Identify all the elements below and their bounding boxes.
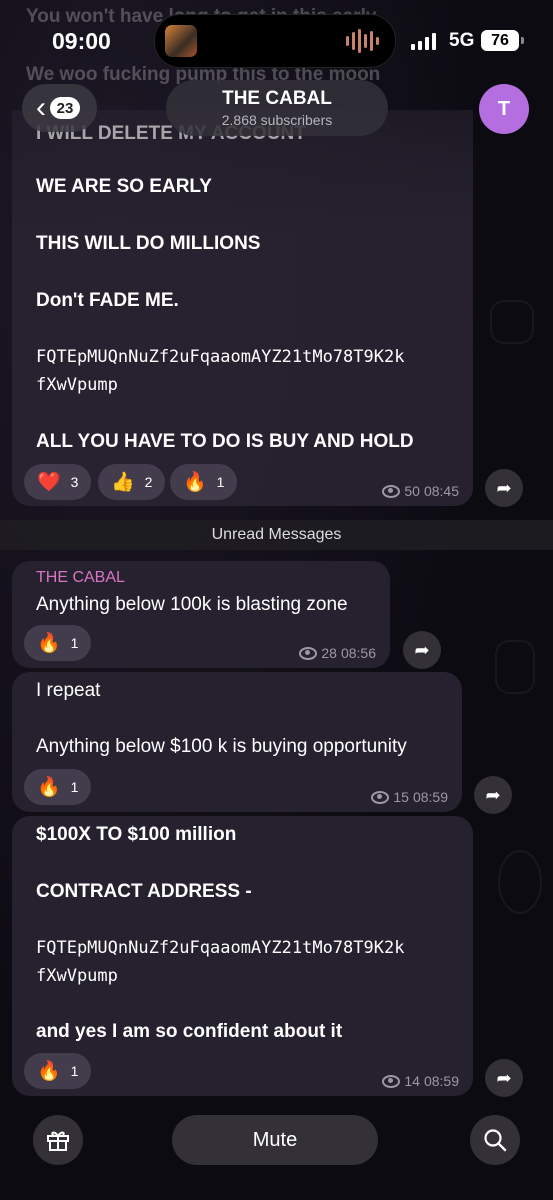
contract-address[interactable]: FQTEpMUQnNuZf2uFqaaomAYZ21tMo78T9K2k fXw… <box>36 934 461 990</box>
unread-count-badge: 23 <box>50 97 80 119</box>
message-text: Don't FADE ME. <box>36 290 179 311</box>
reaction-fire[interactable]: 🔥 1 <box>170 464 238 500</box>
message-time: 08:56 <box>340 645 376 661</box>
sender-name[interactable]: THE CABAL <box>36 569 125 587</box>
channel-avatar[interactable]: T <box>479 84 529 134</box>
share-button[interactable]: ➦ <box>474 776 512 814</box>
view-count: 28 <box>321 645 337 661</box>
view-count: 50 <box>404 483 420 499</box>
reaction-count: 1 <box>216 474 225 490</box>
mute-button[interactable]: Mute <box>172 1115 378 1165</box>
now-playing-artwork <box>165 25 197 57</box>
unread-divider: Unread Messages <box>0 520 553 550</box>
message-time: 08:59 <box>412 789 448 805</box>
reaction-fire[interactable]: 🔥 1 <box>24 625 92 661</box>
reaction-fire[interactable]: 🔥 1 <box>24 1053 92 1089</box>
background-doodle <box>495 640 535 694</box>
message-bubble: $100X TO $100 million CONTRACT ADDRESS -… <box>12 816 473 1096</box>
reaction-heart[interactable]: ❤️ 3 <box>24 464 92 500</box>
fire-icon: 🔥 <box>37 633 61 654</box>
reaction-fire[interactable]: 🔥 1 <box>24 769 92 805</box>
network-type: 5G <box>449 30 475 51</box>
share-button[interactable]: ➦ <box>485 1059 523 1097</box>
chevron-left-icon: ‹ <box>36 91 46 124</box>
channel-title: THE CABAL <box>222 88 332 109</box>
search-button[interactable] <box>470 1115 520 1165</box>
back-button[interactable]: ‹ 23 <box>22 84 97 132</box>
fire-icon: 🔥 <box>37 777 61 798</box>
views-icon <box>371 790 390 804</box>
message-text: and yes I am so confident about it <box>36 1021 343 1042</box>
reaction-count: 3 <box>70 474 79 490</box>
message-text: CONTRACT ADDRESS - <box>36 881 252 902</box>
share-icon: ➦ <box>496 477 512 498</box>
share-button[interactable]: ➦ <box>485 469 523 507</box>
message-meta: 50 08:45 <box>382 483 459 499</box>
battery-icon: 76 <box>481 30 524 51</box>
dynamic-island[interactable] <box>154 14 396 68</box>
fire-icon: 🔥 <box>183 472 207 493</box>
audio-wave-icon <box>346 29 379 53</box>
share-icon: ➦ <box>414 639 430 660</box>
background-doodle <box>498 850 542 914</box>
message-bubble: I WILL DELETE MY ACCOUNT WE ARE SO EARLY… <box>12 110 473 506</box>
views-icon <box>382 484 401 498</box>
signal-icon <box>411 33 436 50</box>
share-icon: ➦ <box>496 1067 512 1088</box>
message-meta: 15 08:59 <box>371 789 448 805</box>
thumbs-up-icon: 👍 <box>111 472 135 493</box>
message-text: I repeat Anything below $100 k is buying… <box>36 680 407 757</box>
battery-level: 76 <box>491 31 509 49</box>
background-doodle <box>490 300 534 344</box>
search-icon <box>484 1129 507 1152</box>
share-icon: ➦ <box>485 784 501 805</box>
gift-icon <box>47 1131 69 1151</box>
message-bubble: THE CABAL Anything below 100k is blastin… <box>12 561 390 668</box>
fire-icon: 🔥 <box>37 1061 61 1082</box>
reaction-thumbs-up[interactable]: 👍 2 <box>98 464 166 500</box>
message-text: Anything below 100k is blasting zone <box>36 594 348 615</box>
contract-address[interactable]: FQTEpMUQnNuZf2uFqaaomAYZ21tMo78T9K2k fXw… <box>36 343 461 399</box>
message-time: 08:59 <box>423 1073 459 1089</box>
message-text: $100X TO $100 million <box>36 824 237 845</box>
message-bubble: I repeat Anything below $100 k is buying… <box>12 672 462 812</box>
gift-button[interactable] <box>33 1115 83 1165</box>
message-meta: 28 08:56 <box>299 645 376 661</box>
channel-header[interactable]: THE CABAL 2.868 subscribers <box>166 80 388 136</box>
reaction-count: 1 <box>70 635 79 651</box>
heart-icon: ❤️ <box>37 472 61 493</box>
status-time: 09:00 <box>52 28 111 54</box>
subscriber-count: 2.868 subscribers <box>221 112 333 128</box>
status-bar: 09:00 5G 76 <box>0 0 553 82</box>
views-icon <box>382 1074 401 1088</box>
message-text: WE ARE SO EARLY <box>36 176 212 197</box>
message-text: THIS WILL DO MILLIONS <box>36 233 261 254</box>
message-meta: 14 08:59 <box>382 1073 459 1089</box>
reaction-count: 1 <box>70 1063 79 1079</box>
message-time: 08:45 <box>423 483 459 499</box>
message-text: ALL YOU HAVE TO DO IS BUY AND HOLD <box>36 431 414 452</box>
view-count: 14 <box>404 1073 420 1089</box>
share-button[interactable]: ➦ <box>403 631 441 669</box>
reaction-count: 2 <box>144 474 153 490</box>
view-count: 15 <box>393 789 409 805</box>
reaction-count: 1 <box>70 779 79 795</box>
views-icon <box>299 646 318 660</box>
